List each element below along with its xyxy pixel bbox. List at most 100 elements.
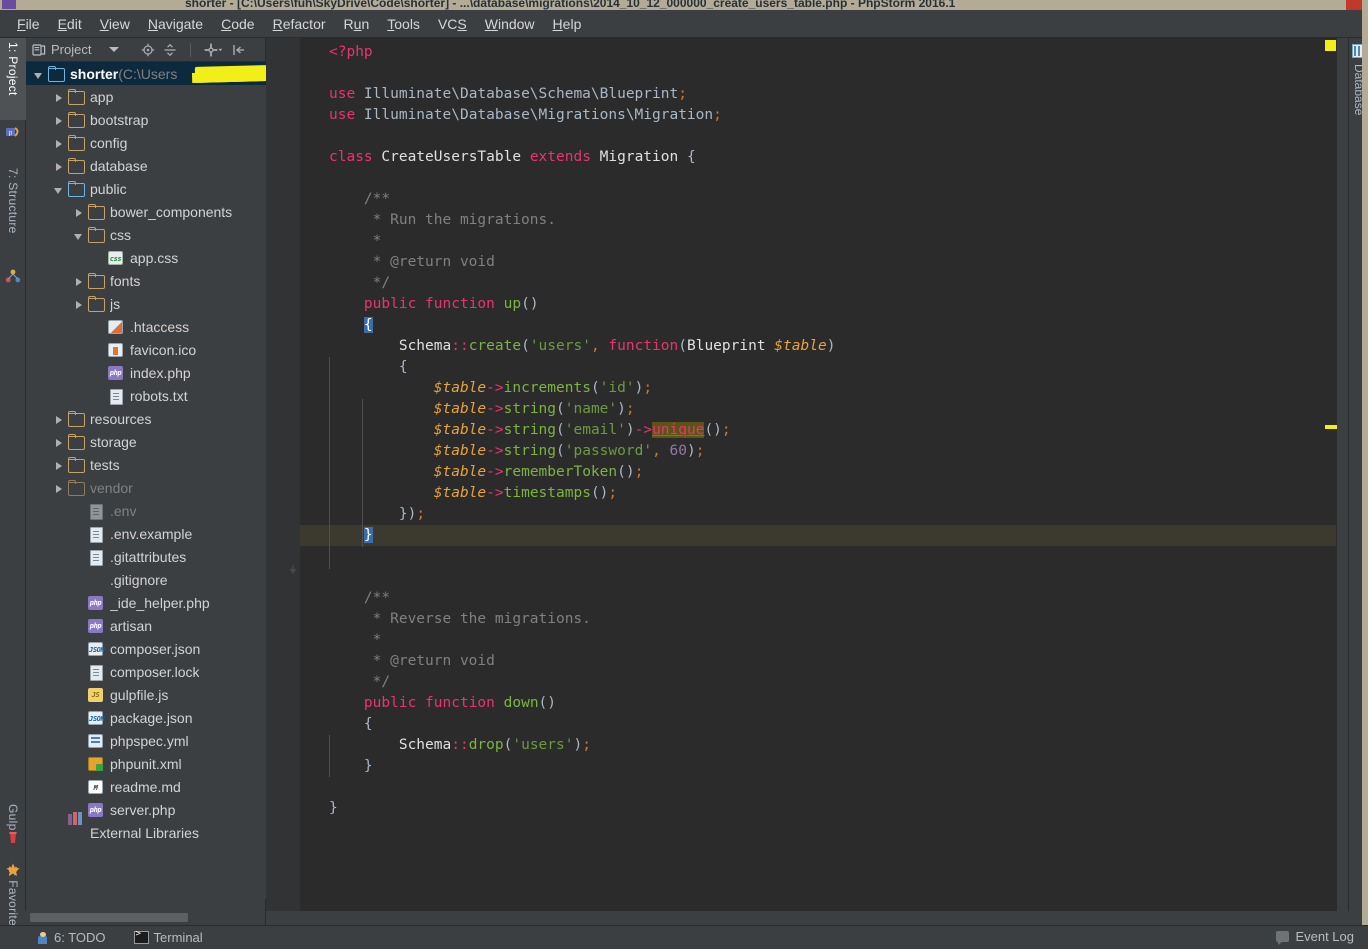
tree-item-gulpfile-js[interactable]: JS gulpfile.js <box>26 683 266 706</box>
menu-navigate[interactable]: Navigate <box>139 13 212 35</box>
code-line[interactable] <box>300 63 1336 84</box>
code-editor[interactable]: <?php use Illuminate\Database\Schema\Blu… <box>266 38 1336 911</box>
tree-item-gitignore[interactable]: .gitignore <box>26 568 266 591</box>
tree-item-bower-components[interactable]: bower_components <box>26 200 266 223</box>
tree-item-readme-md[interactable]: Mreadme.md <box>26 775 266 798</box>
code-line[interactable]: $table->rememberToken(); <box>300 462 1336 483</box>
tree-toggle-right-icon[interactable] <box>52 480 68 496</box>
tree-item-bootstrap[interactable]: bootstrap <box>26 108 266 131</box>
tree-toggle-right-icon[interactable] <box>72 204 88 220</box>
code-line[interactable]: $table->timestamps(); <box>300 483 1336 504</box>
tree-item-server-php[interactable]: php server.php <box>26 798 266 821</box>
code-line[interactable]: use Illuminate\Database\Migrations\Migra… <box>300 105 1336 126</box>
code-line[interactable]: { <box>300 714 1336 735</box>
menu-code[interactable]: Code <box>212 13 263 35</box>
tree-item-ide-helper-php[interactable]: php _ide_helper.php <box>26 591 266 614</box>
collapse-all-icon[interactable] <box>163 43 177 57</box>
status-terminal-button[interactable]: Terminal <box>128 928 209 947</box>
tree-toggle-right-icon[interactable] <box>52 89 68 105</box>
tree-toggle-right-icon[interactable] <box>52 457 68 473</box>
tree-item-phpspec-yml[interactable]: phpspec.yml <box>26 729 266 752</box>
project-panel-title-group[interactable]: Project <box>26 42 91 57</box>
code-line[interactable]: <?php <box>300 42 1336 63</box>
code-line[interactable]: } <box>300 756 1336 777</box>
status-todo-button[interactable]: 6: TODO <box>28 928 112 947</box>
tree-item-robots-txt[interactable]: robots.txt <box>26 384 266 407</box>
tree-toggle-right-icon[interactable] <box>52 112 68 128</box>
fold-marker-icon[interactable] <box>288 565 298 575</box>
code-line[interactable]: * <box>300 231 1336 252</box>
tree-toggle-right-icon[interactable] <box>52 411 68 427</box>
error-stripe[interactable] <box>1336 38 1348 911</box>
code-line[interactable]: class CreateUsersTable extends Migration… <box>300 147 1336 168</box>
code-line[interactable]: /** <box>300 189 1336 210</box>
tree-item-app[interactable]: app <box>26 85 266 108</box>
code-line[interactable] <box>300 567 1336 588</box>
code-line[interactable]: * @return void <box>300 651 1336 672</box>
code-line[interactable]: $table->increments('id'); <box>300 378 1336 399</box>
tree-item-composer-lock[interactable]: composer.lock <box>26 660 266 683</box>
tree-item-favicon-ico[interactable]: favicon.ico <box>26 338 266 361</box>
code-line[interactable]: * @return void <box>300 252 1336 273</box>
code-line[interactable]: */ <box>300 672 1336 693</box>
tree-item-resources[interactable]: resources <box>26 407 266 430</box>
tree-item-vendor[interactable]: vendor <box>26 476 266 499</box>
sidebar-tab-structure[interactable]: 7: Structure <box>0 164 26 264</box>
code-line[interactable]: { <box>300 315 1336 336</box>
tree-item-config[interactable]: config <box>26 131 266 154</box>
tree-item-tests[interactable]: tests <box>26 453 266 476</box>
tree-item-composer-json[interactable]: JSON composer.json <box>26 637 266 660</box>
code-line[interactable] <box>300 126 1336 147</box>
menu-tools[interactable]: Tools <box>378 13 429 35</box>
menu-vcs[interactable]: VCS <box>429 13 476 35</box>
project-hscrollbar-thumb[interactable] <box>30 913 188 922</box>
inspection-status-indicator[interactable] <box>1325 40 1336 51</box>
code-line[interactable]: } <box>300 798 1336 819</box>
menu-window[interactable]: Window <box>476 13 544 35</box>
tree-item-env[interactable]: .env <box>26 499 266 522</box>
code-line[interactable]: /** <box>300 588 1336 609</box>
tree-item-storage[interactable]: storage <box>26 430 266 453</box>
tree-toggle-right-icon[interactable] <box>52 135 68 151</box>
code-line[interactable]: */ <box>300 273 1336 294</box>
tree-item-js[interactable]: js <box>26 292 266 315</box>
tree-item-database[interactable]: database <box>26 154 266 177</box>
menu-file[interactable]: File <box>8 13 49 35</box>
code-line[interactable]: public function down() <box>300 693 1336 714</box>
code-line[interactable]: $table->string('password', 60); <box>300 441 1336 462</box>
status-event-log-label[interactable]: Event Log <box>1295 929 1354 944</box>
code-line[interactable]: }); <box>300 504 1336 525</box>
tree-toggle-right-icon[interactable] <box>52 434 68 450</box>
code-line[interactable]: Schema::create('users', function(Bluepri… <box>300 336 1336 357</box>
code-line[interactable] <box>300 168 1336 189</box>
code-line[interactable]: Schema::drop('users'); <box>300 735 1336 756</box>
code-line[interactable]: $table->string('email')->unique(); <box>300 420 1336 441</box>
tree-item-package-json[interactable]: JSON package.json <box>26 706 266 729</box>
code-line[interactable] <box>300 777 1336 798</box>
tree-item-phpunit-xml[interactable]: phpunit.xml <box>26 752 266 775</box>
menu-refactor[interactable]: Refactor <box>264 13 335 35</box>
project-tree[interactable]: shorter (C:\Users app bootstrap config datab… <box>26 62 266 899</box>
tree-item-gitattributes[interactable]: .gitattributes <box>26 545 266 568</box>
editor-code-area[interactable]: <?php use Illuminate\Database\Schema\Blu… <box>300 38 1336 911</box>
tree-item-env-example[interactable]: .env.example <box>26 522 266 545</box>
tree-item-index-php[interactable]: php index.php <box>26 361 266 384</box>
menu-run[interactable]: Run <box>335 13 379 35</box>
tree-item-app-css[interactable]: css app.css <box>26 246 266 269</box>
code-line[interactable]: public function up() <box>300 294 1336 315</box>
code-line[interactable]: * Reverse the migrations. <box>300 609 1336 630</box>
menu-view[interactable]: View <box>91 13 139 35</box>
code-line[interactable]: $table->string('name'); <box>300 399 1336 420</box>
code-line[interactable] <box>300 546 1336 567</box>
tree-toggle-right-icon[interactable] <box>52 158 68 174</box>
hide-panel-icon[interactable] <box>232 43 246 57</box>
menu-help[interactable]: Help <box>544 13 591 35</box>
menu-edit[interactable]: Edit <box>49 13 91 35</box>
tree-item-public[interactable]: public <box>26 177 266 200</box>
code-line[interactable]: { <box>300 357 1336 378</box>
gear-icon[interactable] <box>204 43 224 57</box>
code-line[interactable]: } <box>300 525 1336 546</box>
code-line[interactable]: use Illuminate\Database\Schema\Blueprint… <box>300 84 1336 105</box>
code-line[interactable]: * <box>300 630 1336 651</box>
locate-icon[interactable] <box>141 43 155 57</box>
